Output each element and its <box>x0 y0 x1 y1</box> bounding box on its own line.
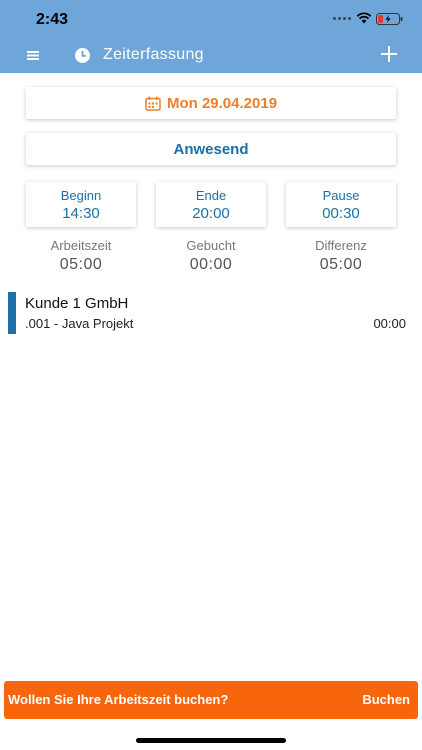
page-title: Zeiterfassung <box>103 46 204 63</box>
app-header: 2:43 Zeiterfassung <box>0 0 422 73</box>
begin-label: Beginn <box>60 188 102 203</box>
end-time-field[interactable]: Ende 20:00 <box>156 182 266 227</box>
nav-bar: Zeiterfassung <box>0 38 422 73</box>
end-value: 20:00 <box>192 205 230 222</box>
booked-summary: Gebucht 00:00 <box>156 238 266 274</box>
difference-label: Differenz <box>315 238 367 253</box>
hamburger-menu-icon[interactable] <box>25 47 41 63</box>
booked-label: Gebucht <box>186 238 236 253</box>
calendar-icon <box>145 96 161 111</box>
battery-icon <box>376 13 403 25</box>
entry-project: .001 - Java Projekt <box>25 316 134 331</box>
begin-value: 14:30 <box>62 205 100 222</box>
worktime-summary: Arbeitszeit 05:00 <box>26 238 136 274</box>
entry-color-bar <box>8 292 16 334</box>
difference-summary: Differenz 05:00 <box>286 238 396 274</box>
status-time: 2:43 <box>36 11 69 28</box>
entry-duration: 00:00 <box>373 316 406 331</box>
book-prompt-bar: Wollen Sie Ihre Arbeitszeit buchen? Buch… <box>4 681 418 719</box>
pause-label: Pause <box>322 188 360 203</box>
booked-value: 00:00 <box>189 256 233 273</box>
wifi-icon <box>356 12 372 24</box>
status-bar: 2:43 <box>0 0 422 38</box>
worktime-value: 05:00 <box>59 256 103 273</box>
clock-icon <box>75 48 90 63</box>
list-item[interactable]: Kunde 1 GmbH .001 - Java Projekt 00:00 <box>8 292 414 334</box>
entry-customer: Kunde 1 GmbH <box>25 295 129 312</box>
worktime-label: Arbeitszeit <box>50 238 112 253</box>
home-indicator <box>136 738 286 743</box>
difference-value: 05:00 <box>319 256 363 273</box>
end-label: Ende <box>195 188 227 203</box>
pause-value: 00:30 <box>322 205 360 222</box>
date-selector[interactable]: Mon 29.04.2019 <box>26 87 396 119</box>
presence-label: Anwesend <box>173 140 249 158</box>
begin-time-field[interactable]: Beginn 14:30 <box>26 182 136 227</box>
date-label: Mon 29.04.2019 <box>166 94 278 112</box>
presence-status-button[interactable]: Anwesend <box>26 133 396 165</box>
pause-time-field[interactable]: Pause 00:30 <box>286 182 396 227</box>
plus-icon[interactable] <box>380 45 398 63</box>
book-button[interactable]: Buchen <box>362 692 410 707</box>
book-prompt-question: Wollen Sie Ihre Arbeitszeit buchen? <box>8 692 229 707</box>
cellular-signal-icon <box>333 17 351 20</box>
